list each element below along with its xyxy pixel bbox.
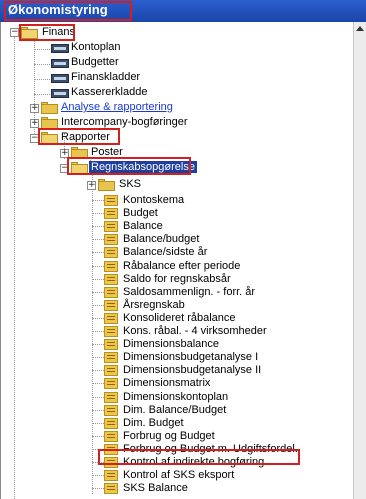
- kontrol-highlight-box: [98, 449, 300, 465]
- expand-analyse-toggle[interactable]: +: [30, 104, 39, 113]
- tree-item-report[interactable]: Dim. Budget: [123, 417, 184, 429]
- tree-item-report[interactable]: Saldo for regnskabsår: [123, 273, 231, 285]
- tree-guide-line: [92, 252, 104, 254]
- tree-guide-line: [92, 475, 104, 477]
- expand-intercompany-toggle[interactable]: +: [30, 119, 39, 128]
- tree-guide-line: [34, 49, 52, 50]
- report-icon: [104, 352, 118, 364]
- finans-highlight-box: [19, 24, 75, 41]
- window-title: Økonomistyring: [8, 2, 108, 17]
- tree-guide-line: [34, 94, 52, 95]
- tree-guide-line: [92, 170, 93, 494]
- tree-guide-line: [34, 79, 52, 80]
- tree-item-report[interactable]: Kons. råbal. - 4 virksomheder: [123, 325, 267, 337]
- rapporter-highlight-box: [38, 128, 120, 145]
- tree-item-report[interactable]: Kontrol af SKS eksport: [123, 469, 234, 481]
- tree-item-analyse-rapportering[interactable]: Analyse & rapportering: [61, 101, 173, 113]
- tree-guide-line: [34, 64, 52, 65]
- form-icon: [51, 44, 69, 53]
- report-icon: [104, 430, 118, 442]
- report-icon: [104, 365, 118, 377]
- tree-guide-line: [92, 357, 104, 359]
- tree-guide-line: [92, 304, 104, 306]
- report-icon: [104, 286, 118, 298]
- report-icon: [104, 378, 118, 390]
- report-icon: [104, 404, 118, 416]
- tree-item-report[interactable]: Forbrug og Budget: [123, 430, 215, 442]
- tree-guide-line: [92, 396, 104, 398]
- regnskab-highlight-box: [67, 157, 191, 175]
- tree-guide-line: [92, 370, 104, 372]
- report-icon: [104, 299, 118, 311]
- tree-item-report[interactable]: Balance/budget: [123, 233, 199, 245]
- tree-item-intercompany[interactable]: Intercompany-bogføringer: [61, 116, 188, 128]
- tree-guide-line: [92, 213, 104, 215]
- tree-guide-line: [92, 488, 104, 490]
- tree-guide-line: [92, 291, 104, 293]
- tree-guide-line: [92, 317, 104, 319]
- tree-guide-line: [92, 265, 104, 267]
- tree-item-report[interactable]: Dimensionsbalance: [123, 338, 219, 350]
- collapse-finans-toggle[interactable]: −: [10, 28, 19, 37]
- report-icon: [104, 195, 118, 206]
- tree-item-report[interactable]: Dimensionsbudgetanalyse II: [123, 364, 261, 376]
- report-icon: [104, 221, 118, 233]
- form-icon: [51, 74, 69, 83]
- tree-guide-line: [14, 37, 15, 499]
- report-icon: [104, 483, 118, 495]
- report-icon: [104, 339, 118, 351]
- navigation-tree[interactable]: − Finans Kontoplan Budgetter Finanskladd…: [0, 22, 355, 499]
- tree-item-report[interactable]: Dimensionsbudgetanalyse I: [123, 351, 258, 363]
- tree-item-report[interactable]: SKS Balance: [123, 482, 188, 494]
- report-icon: [104, 273, 118, 285]
- tree-guide-line: [92, 278, 104, 280]
- tree-guide-line: [92, 239, 104, 241]
- tree-item-report[interactable]: Balance/sidste år: [123, 246, 207, 258]
- tree-item-report[interactable]: Budget: [123, 207, 158, 219]
- tree-guide-line: [92, 331, 104, 332]
- tree-item-finanskladder[interactable]: Finanskladder: [71, 71, 140, 83]
- tree-item-report[interactable]: Dimensionsmatrix: [123, 377, 210, 389]
- tree-item-budgetter[interactable]: Budgetter: [71, 56, 119, 68]
- window-titlebar: Økonomistyring: [0, 0, 366, 22]
- form-icon: [51, 59, 69, 68]
- report-icon: [104, 234, 118, 246]
- tree-item-report[interactable]: Kontoskema: [123, 194, 184, 206]
- report-icon: [104, 247, 118, 259]
- tree-item-report[interactable]: Dim. Balance/Budget: [123, 404, 226, 416]
- tree-item-kassererkladde[interactable]: Kassererkladde: [71, 86, 147, 98]
- folder-icon: [41, 102, 59, 114]
- tree-guide-line: [92, 226, 104, 228]
- tree-item-report[interactable]: Årsregnskab: [123, 299, 185, 311]
- vertical-scrollbar[interactable]: [353, 22, 366, 499]
- folder-icon: [98, 179, 116, 191]
- form-icon: [51, 89, 69, 98]
- expand-sks-toggle[interactable]: +: [87, 181, 96, 190]
- tree-item-report[interactable]: Saldosammenlign. - forr. år: [123, 286, 255, 298]
- tree-guide-line: [92, 435, 104, 437]
- tree-item-kontoplan[interactable]: Kontoplan: [71, 41, 121, 53]
- tree-item-report[interactable]: Råbalance efter periode: [123, 260, 240, 272]
- report-icon: [104, 391, 118, 403]
- tree-item-report[interactable]: Dimensionskontoplan: [123, 391, 228, 403]
- tree-item-sks[interactable]: SKS: [119, 178, 141, 190]
- tree-guide-line: [92, 422, 104, 424]
- tree-guide-line: [92, 383, 104, 385]
- tree-item-report[interactable]: Balance: [123, 220, 163, 232]
- report-icon: [104, 417, 118, 429]
- report-icon: [104, 312, 118, 324]
- tree-guide-line: [92, 409, 104, 411]
- tree-guide-line: [92, 200, 104, 201]
- report-icon: [104, 326, 118, 337]
- scroll-up-icon[interactable]: [356, 26, 364, 31]
- tree-guide-line: [92, 344, 104, 346]
- report-icon: [104, 470, 118, 482]
- tree-item-report[interactable]: Konsolideret råbalance: [123, 312, 236, 324]
- report-icon: [104, 208, 118, 220]
- report-icon: [104, 260, 118, 272]
